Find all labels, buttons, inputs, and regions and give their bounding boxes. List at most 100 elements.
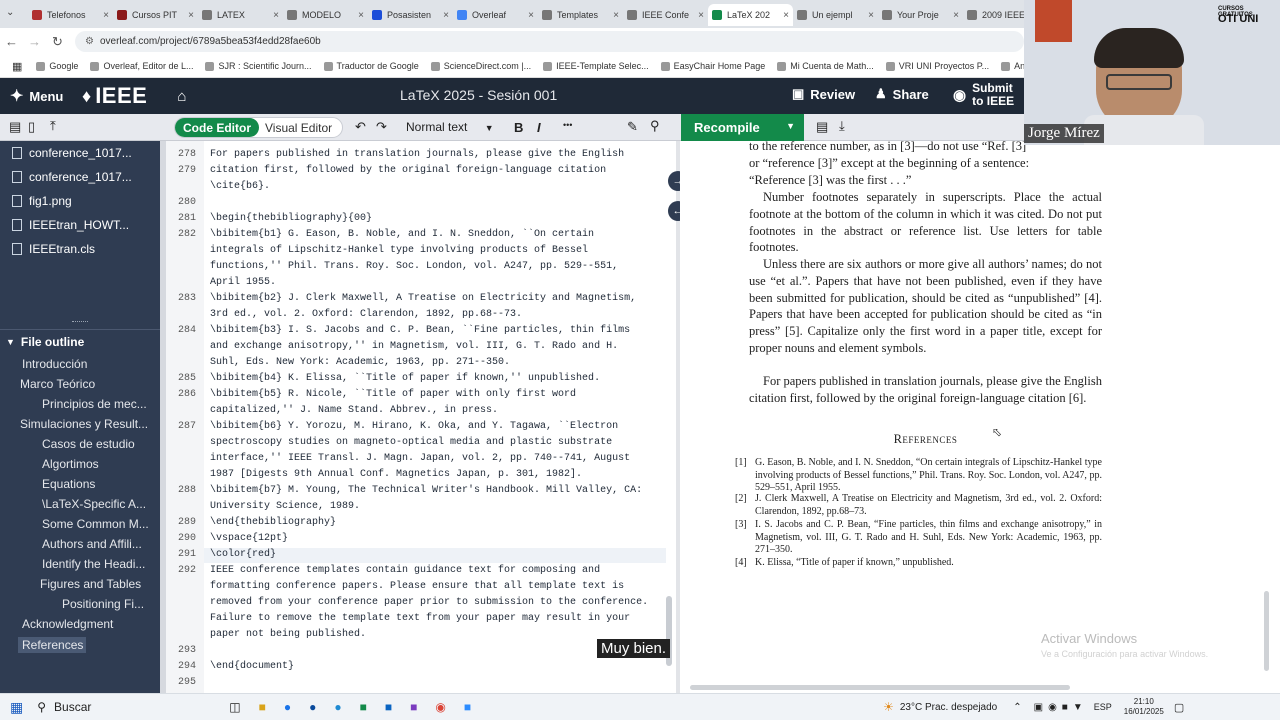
browser-tab[interactable]: Your Proje × [878,4,963,26]
code-line[interactable]: \bibitem{b6} Y. Yorozu, M. Hirano, K. Ok… [210,421,618,432]
tray-chevron-icon[interactable]: ⌃ [1013,702,1021,713]
taskbar-search[interactable]: ⚲ Buscar [37,700,217,714]
code-line[interactable]: \bibitem{b3} I. S. Jacobs and C. P. Bean… [210,325,630,336]
tray-icons[interactable]: ▣◉■▼ [1034,702,1088,713]
app-icon[interactable]: ● [284,700,291,714]
text-style-select[interactable]: Normal text ▼ [406,120,494,134]
code-line[interactable]: \begin{thebibliography}{00} [210,213,372,224]
browser-tab[interactable]: LaTeX 202 × [708,4,793,26]
close-icon[interactable]: × [698,10,704,21]
code-line[interactable]: \bibitem{b7} M. Young, The Technical Wri… [210,485,642,496]
more-options-button[interactable]: ••• [563,120,572,130]
bold-button[interactable]: B [514,120,523,135]
back-icon[interactable]: ← [0,34,23,49]
logs-icon[interactable]: ▤ [816,119,828,135]
browser-tab[interactable]: IEEE Confe × [623,4,708,26]
code-line[interactable]: interface,'' IEEE Transl. J. Magn. Japan… [210,453,630,464]
file-explorer-icon[interactable]: ■ [259,700,266,714]
code-line[interactable]: Suhl, Eds. New York: Academic, 1963, pp.… [210,357,510,368]
bookmark-item[interactable]: SJR : Scientific Journ... [205,61,312,71]
code-line[interactable]: \vspace{12pt} [210,533,288,544]
code-line[interactable]: IEEE conference templates contain guidan… [210,565,600,576]
outline-item[interactable]: Authors and Affili... [42,537,156,551]
italic-button[interactable]: I [537,120,541,135]
code-line[interactable]: and exchange anisotropy,'' in Magnetism,… [210,341,618,352]
app-icon[interactable]: ■ [410,700,417,714]
outline-item[interactable]: Introducción [22,357,156,371]
outline-item[interactable]: Some Common M... [42,517,156,531]
file-item[interactable]: fig1.png [0,189,160,213]
close-icon[interactable]: × [358,10,364,21]
code-line[interactable]: 3rd ed., vol. 2. Oxford: Clarendon, 1892… [210,309,522,320]
file-outline-header[interactable]: ▼ File outline [0,329,160,353]
code-line[interactable]: integrals of Lipschitz-Hankel type invol… [210,245,588,256]
outlook-icon[interactable]: ■ [385,700,392,714]
toggle-track-changes-icon[interactable]: ✎ [627,119,638,135]
file-item[interactable]: IEEEtran.cls [0,237,160,261]
outline-item[interactable]: Positioning Fi... [62,597,156,611]
share-button[interactable]: ♟ Share [875,86,929,102]
forward-icon[interactable]: → [23,34,46,49]
close-icon[interactable]: × [613,10,619,21]
outline-item[interactable]: Equations [42,477,156,491]
close-icon[interactable]: × [783,10,789,21]
search-icon[interactable]: ⚲ [650,118,660,134]
task-view-icon[interactable]: ◫ [229,700,240,714]
windows-start-icon[interactable]: ▦ [10,699,23,716]
bookmark-item[interactable]: IEEE-Template Selec... [543,61,649,71]
project-title[interactable]: LaTeX 2025 - Sesión 001 [400,87,557,103]
close-icon[interactable]: × [103,10,109,21]
browser-tab[interactable]: Telefonos × [28,4,113,26]
apps-grid-icon[interactable]: ▦ [12,60,22,73]
upload-icon[interactable]: ⤒ [50,118,56,134]
code-line[interactable]: capitalized,'' J. Name Stand. Abbrev., i… [210,405,498,416]
bookmark-item[interactable]: EasyChair Home Page [660,61,765,71]
code-editor[interactable]: 278 For papers published in translation j… [166,141,676,693]
pdf-preview[interactable]: to the reference number, as in [3]—do no… [680,139,1270,693]
pdf-hscrollbar[interactable] [690,685,1070,690]
browser-tab[interactable]: Posasisten × [368,4,453,26]
code-line[interactable]: formatting conference papers. Please ens… [210,581,624,592]
new-folder-icon[interactable]: ▯ [28,119,35,135]
url-field[interactable]: ⚙ overleaf.com/project/6789a5bea53f4edd2… [75,31,1025,52]
browser-tab[interactable]: MODELO × [283,4,368,26]
browser-tab[interactable]: Templates × [538,4,623,26]
reload-icon[interactable]: ↻ [46,34,69,50]
code-line[interactable]: For papers published in translation jour… [210,149,624,160]
close-icon[interactable]: × [443,10,449,21]
code-line[interactable]: paper not being published. [210,629,366,640]
code-line[interactable]: University Science, 1989. [210,501,360,512]
code-line[interactable]: spectroscopy studies on magneto-optical … [210,437,612,448]
code-line[interactable]: \color{red} [210,549,276,560]
download-pdf-icon[interactable]: ⤓ [839,118,845,134]
code-line[interactable]: \cite{b6}. [210,181,270,192]
code-line[interactable]: \bibitem{b4} K. Elissa, ``Title of paper… [210,373,600,384]
outline-item[interactable]: ▾ Simulaciones y Result... [20,417,156,431]
tab-list-chevron-icon[interactable]: ⌄ [6,7,14,18]
bookmark-item[interactable]: Mi Cuenta de Math... [777,61,874,71]
close-icon[interactable]: × [188,10,194,21]
weather-text[interactable]: 23°C Prac. despejado [900,702,997,713]
menu-button[interactable]: ✦ Menu [10,86,80,106]
chevron-down-icon[interactable]: ▼ [786,121,795,131]
zoom-icon[interactable]: ■ [464,700,471,714]
file-item[interactable]: IEEEtran_HOWT... [0,213,160,237]
outline-item[interactable]: References [18,637,86,653]
notifications-icon[interactable]: ▢ [1174,701,1184,714]
code-line[interactable]: removed from your conference paper prior… [210,597,648,608]
outline-item[interactable]: Identify the Headi... [42,557,156,571]
code-line[interactable]: functions,'' Phil. Trans. Roy. Soc. Lond… [210,261,618,272]
outline-item[interactable]: Principios de mec... [42,397,156,411]
close-icon[interactable]: × [273,10,279,21]
home-icon[interactable]: ⌂ [177,88,186,105]
app-icon[interactable]: ● [309,700,316,714]
browser-tab[interactable]: Un ejempl × [793,4,878,26]
chrome-icon[interactable]: ◉ [435,700,445,714]
app-icon[interactable]: ■ [360,700,367,714]
bookmark-item[interactable]: Overleaf, Editor de L... [90,61,193,71]
outline-item[interactable]: Acknowledgment [22,617,156,631]
bookmark-item[interactable]: ScienceDirect.com |... [430,61,531,71]
browser-tab[interactable]: LATEX × [198,4,283,26]
file-item[interactable]: conference_1017... [0,141,160,165]
close-icon[interactable]: × [868,10,874,21]
